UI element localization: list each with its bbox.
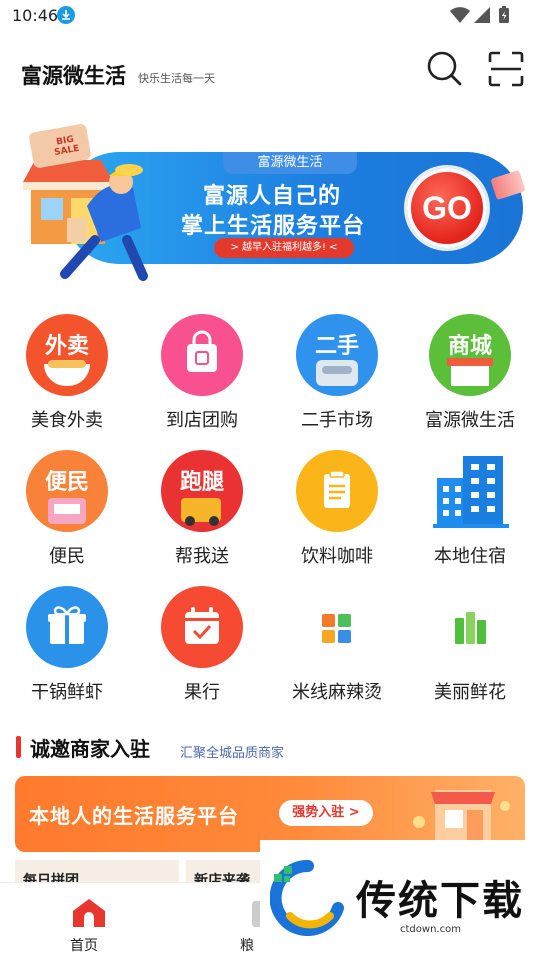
convenience-icon: 便民 (26, 450, 108, 532)
status-time: 10:46 (12, 6, 59, 25)
books-icon (455, 612, 486, 644)
building-icon (433, 456, 509, 528)
second-hand-icon: 二手 (296, 314, 378, 396)
download-icon (57, 6, 75, 24)
convenience-icon-text: 便民 (44, 470, 89, 495)
promo-text: 本地人的生活服务平台 (29, 804, 239, 828)
watermark-text: 传统下载 (356, 878, 524, 924)
service-label: 二手市场 (301, 410, 373, 431)
watermark-url: ctdown.com (400, 924, 461, 935)
app-header: 富源微生活 快乐生活每一天 (0, 40, 540, 104)
signal-icon (474, 7, 490, 23)
service-item-lodging[interactable]: 本地住宿 (405, 446, 535, 571)
service-item-flowers[interactable]: 美丽鲜花 (405, 582, 535, 707)
wifi-icon (450, 7, 470, 23)
service-label: 到店团购 (166, 410, 238, 431)
section-accent-bar (16, 736, 21, 758)
join-button[interactable]: 强势入驻 > (279, 800, 373, 826)
go-button[interactable]: GO (407, 168, 487, 248)
watermark-logo-icon (270, 860, 344, 936)
calendar-icon (161, 586, 243, 668)
banner-tag: 富源微生活 (223, 152, 357, 174)
section-subtitle: 汇聚全城品质商家 (180, 746, 285, 761)
status-bar: 10:46 (0, 0, 540, 32)
service-item-group-buy[interactable]: 到店团购 (137, 310, 267, 435)
group-buy-icon (161, 314, 243, 396)
service-label: 米线麻辣烫 (292, 682, 382, 703)
nav-home-label[interactable]: 首页 (70, 935, 98, 955)
service-label: 干锅鲜虾 (31, 682, 103, 703)
mall-icon-text: 商城 (447, 334, 492, 359)
service-label: 富源微生活 (425, 410, 515, 431)
service-label: 美食外卖 (31, 410, 103, 431)
banner-headline-1: 富源人自己的 (203, 184, 342, 209)
service-item-mall[interactable]: 商城 富源微生活 (405, 310, 535, 435)
errand-icon-text: 跑腿 (179, 470, 224, 495)
service-label: 便民 (49, 546, 85, 567)
food-delivery-icon-text: 外卖 (44, 334, 89, 359)
errand-icon: 跑腿 (161, 450, 243, 532)
second-hand-icon-text: 二手 (314, 334, 359, 359)
banner-caption: > 越早入驻福利越多! < (214, 238, 354, 258)
service-label: 美丽鲜花 (434, 682, 506, 703)
service-label: 饮料咖啡 (301, 546, 373, 567)
home-icon[interactable] (71, 897, 107, 929)
gift-icon (26, 586, 108, 668)
battery-icon (499, 6, 509, 23)
tiles-icon (322, 614, 351, 643)
storefront-illustration (413, 790, 510, 844)
section-title: 诚邀商家入驻 (30, 737, 150, 761)
nav-second-label[interactable]: 粮 (240, 935, 254, 955)
app-subtitle: 快乐生活每一天 (138, 72, 215, 85)
service-item-fruit[interactable]: 果行 (137, 582, 267, 707)
promo-banner[interactable]: BIG SALE 富源微生活 富源人自己的 掌上生活服务平台 > 越早入驻福利越… (17, 122, 527, 290)
service-item-shrimp[interactable]: 干锅鲜虾 (2, 582, 132, 707)
watermark: 传统下载 ctdown.com (260, 840, 540, 960)
service-item-convenience[interactable]: 便民 便民 (2, 446, 132, 571)
service-item-errand[interactable]: 跑腿 帮我送 (137, 446, 267, 571)
service-item-second-hand[interactable]: 二手 二手市场 (272, 310, 402, 435)
scan-icon[interactable] (488, 51, 524, 87)
food-delivery-icon: 外卖 (26, 314, 108, 396)
shop-illustration (23, 124, 148, 281)
search-icon[interactable] (426, 50, 462, 86)
clipboard-icon (296, 450, 378, 532)
service-label: 帮我送 (175, 546, 229, 567)
service-item-noodles[interactable]: 米线麻辣烫 (272, 582, 402, 707)
service-item-drinks[interactable]: 饮料咖啡 (272, 446, 402, 571)
service-item-food-delivery[interactable]: 外卖 美食外卖 (2, 310, 132, 435)
mall-icon: 商城 (429, 314, 511, 396)
service-label: 本地住宿 (434, 546, 506, 567)
service-label: 果行 (184, 682, 220, 703)
app-title: 富源微生活 (21, 64, 126, 88)
banner-headline-2: 掌上生活服务平台 (181, 214, 366, 239)
